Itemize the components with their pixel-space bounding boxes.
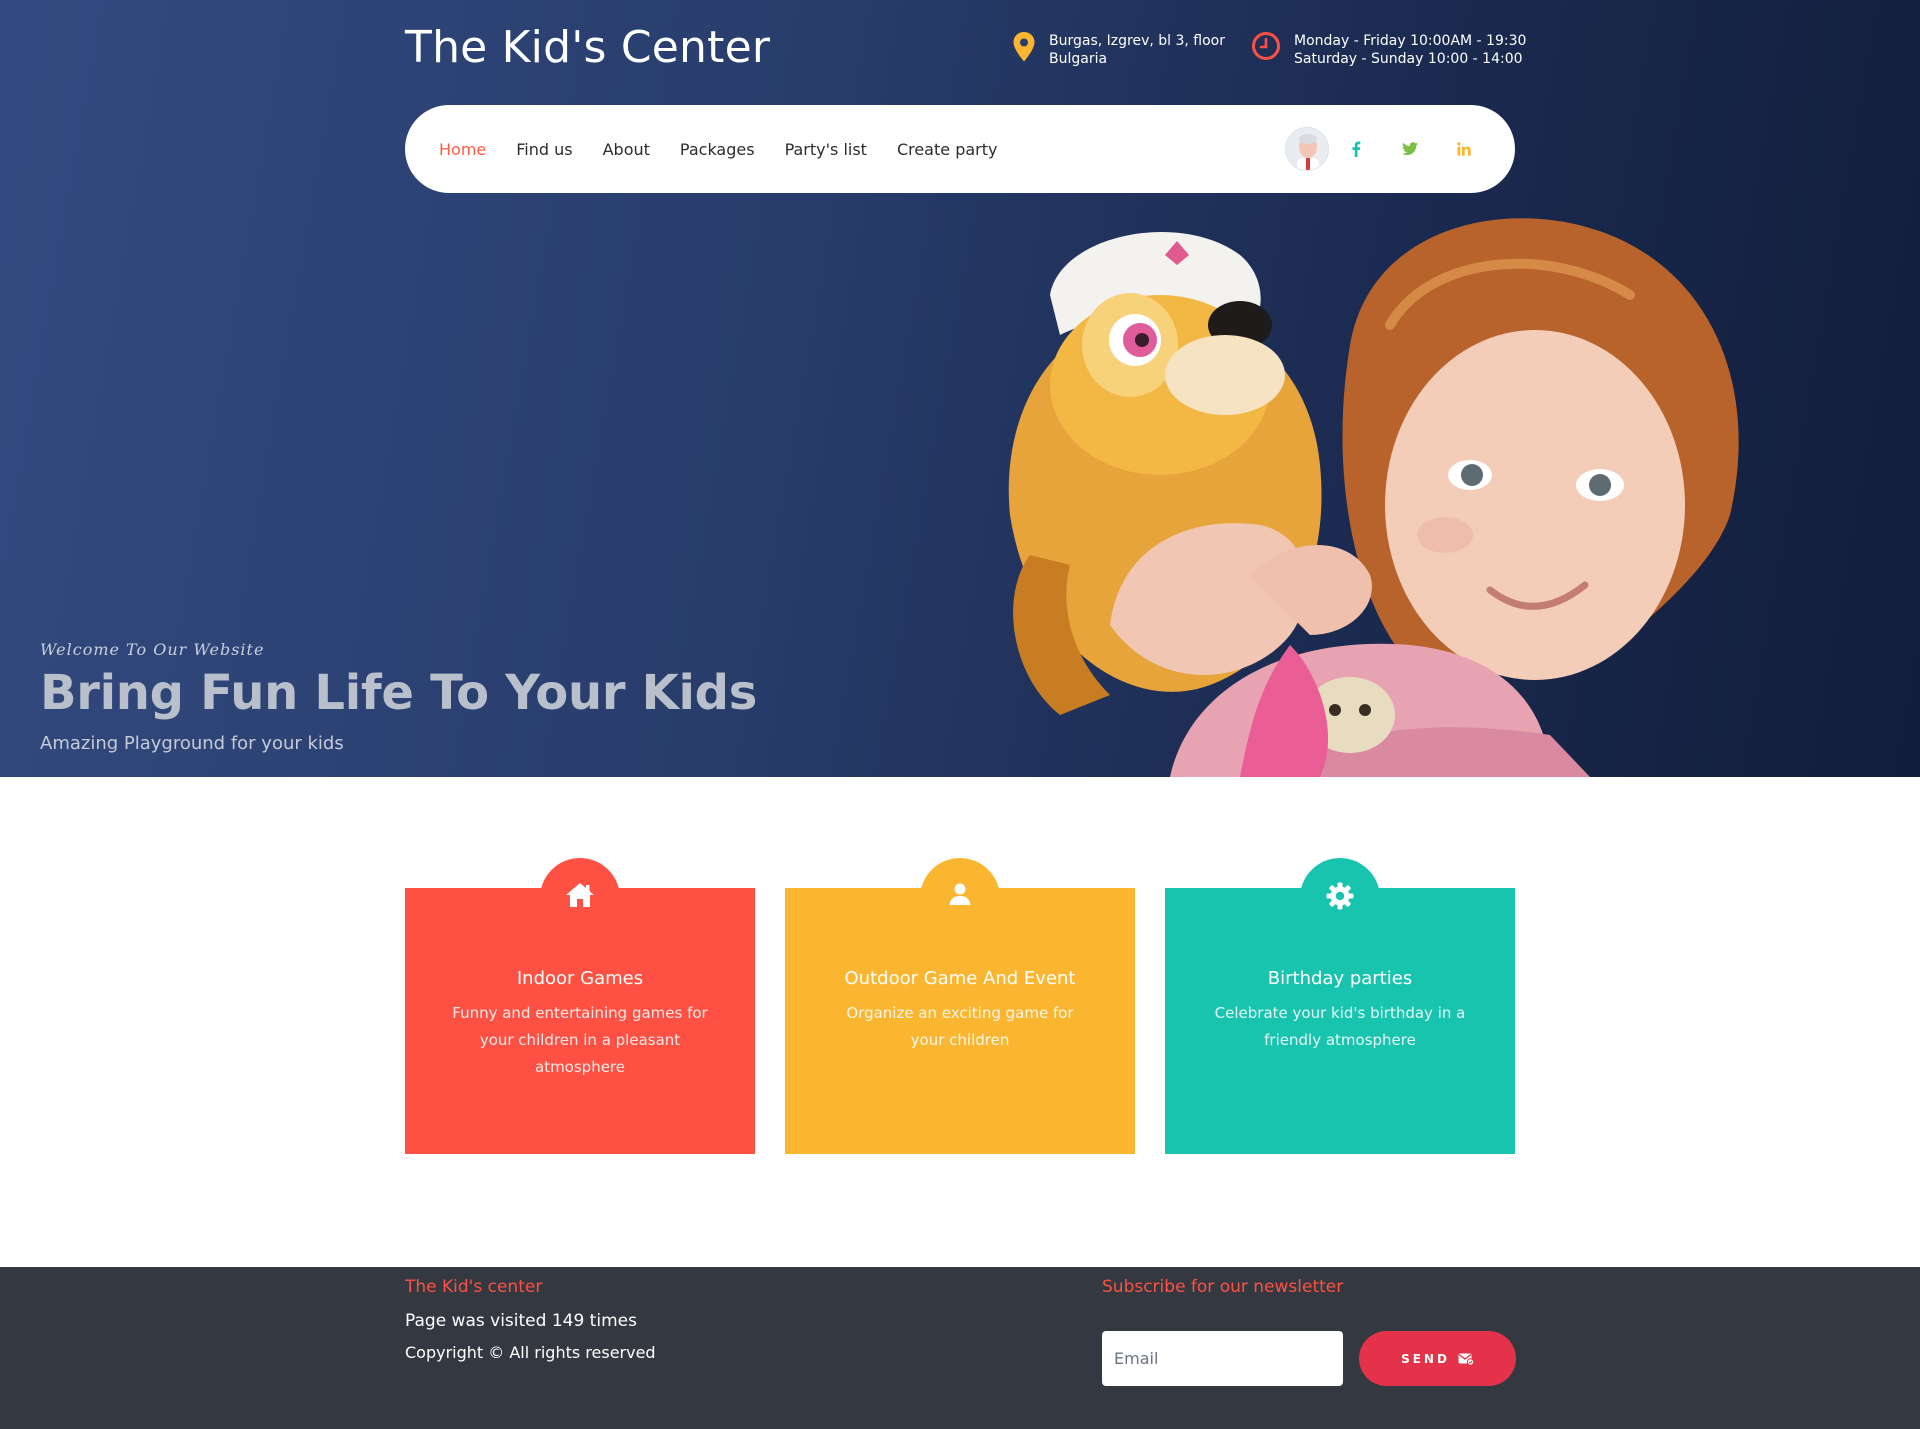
- newsletter-form: Subscribe for our newsletter SEND: [1102, 1277, 1516, 1386]
- send-button-label: SEND: [1401, 1351, 1450, 1366]
- nav-item-partys-list[interactable]: Party's list: [785, 140, 867, 159]
- feature-title: Indoor Games: [516, 968, 644, 989]
- hours-weekend: Saturday - Sunday 10:00 - 14:00: [1294, 51, 1523, 67]
- mail-send-icon: [1458, 1353, 1474, 1365]
- site-footer: The Kid's center Page was visited 149 ti…: [0, 1267, 1920, 1429]
- feature-description: Organize an exciting game for your child…: [846, 1004, 1074, 1049]
- nav-item-packages[interactable]: Packages: [680, 140, 755, 159]
- visit-counter: Page was visited 149 times: [405, 1311, 637, 1331]
- feature-title: Birthday parties: [1267, 968, 1413, 989]
- nav-item-find-us[interactable]: Find us: [516, 140, 572, 159]
- map-pin-icon: [1013, 32, 1035, 66]
- feature-card-outdoor-game[interactable]: Outdoor Game And Event Organize an excit…: [785, 858, 1135, 1154]
- feature-icon-badge: [1300, 858, 1380, 938]
- address-line: Burgas, Izgrev, bl 3, floor: [1049, 33, 1225, 49]
- hero-section: The Kid's Center Burgas, Izgrev, bl 3, f…: [0, 0, 1920, 777]
- nav-item-home[interactable]: Home: [439, 140, 486, 159]
- clock-icon: [1252, 32, 1280, 64]
- send-button[interactable]: SEND: [1359, 1331, 1516, 1386]
- nav-item-create-party[interactable]: Create party: [897, 140, 998, 159]
- hero-welcome: Welcome To Our Website: [40, 640, 265, 659]
- footer-info: The Kid's center Page was visited 149 ti…: [405, 1277, 656, 1362]
- user-icon: [948, 882, 972, 910]
- main-navbar: Home Find us About Packages Party's list…: [405, 105, 1515, 193]
- hero-photo-child-with-toy: [1008, 218, 1739, 777]
- feature-card-birthday-parties[interactable]: Birthday parties Celebrate your kid's bi…: [1165, 858, 1515, 1154]
- nav-item-about[interactable]: About: [603, 140, 650, 159]
- copyright-text: Copyright © All rights reserved: [405, 1343, 656, 1362]
- nav-right-group: [1285, 105, 1475, 193]
- feature-icon-badge: [920, 858, 1000, 938]
- features-section: Indoor Games Funny and entertaining game…: [405, 858, 1515, 1156]
- linkedin-icon[interactable]: [1453, 138, 1475, 160]
- twitter-icon[interactable]: [1399, 138, 1421, 160]
- address-info: Burgas, Izgrev, bl 3, floor Bulgaria: [1013, 32, 1225, 68]
- hours-info: Monday - Friday 10:00AM - 19:30 Saturday…: [1252, 32, 1526, 68]
- feature-description: Celebrate your kid's birthday in a frien…: [1214, 1004, 1466, 1049]
- home-icon: [565, 882, 595, 912]
- gear-icon: [1326, 882, 1354, 914]
- feature-icon-badge: [540, 858, 620, 938]
- email-input[interactable]: [1102, 1331, 1343, 1386]
- hero-title: Bring Fun Life To Your Kids: [40, 665, 758, 721]
- hero-subtitle: Amazing Playground for your kids: [40, 733, 344, 754]
- hero-text-block: Welcome To Our Website Bring Fun Life To…: [40, 640, 757, 754]
- site-title[interactable]: The Kid's Center: [405, 22, 770, 73]
- footer-brand: The Kid's center: [405, 1277, 543, 1297]
- address-country: Bulgaria: [1049, 51, 1108, 67]
- newsletter-title: Subscribe for our newsletter: [1102, 1277, 1344, 1297]
- feature-title: Outdoor Game And Event: [844, 968, 1076, 989]
- hours-weekdays: Monday - Friday 10:00AM - 19:30: [1294, 33, 1527, 49]
- user-avatar[interactable]: [1285, 127, 1329, 171]
- feature-description: Funny and entertaining games for your ch…: [452, 1004, 708, 1076]
- feature-card-indoor-games[interactable]: Indoor Games Funny and entertaining game…: [405, 858, 755, 1154]
- facebook-icon[interactable]: [1345, 138, 1367, 160]
- nav-menu: Home Find us About Packages Party's list…: [439, 105, 1027, 193]
